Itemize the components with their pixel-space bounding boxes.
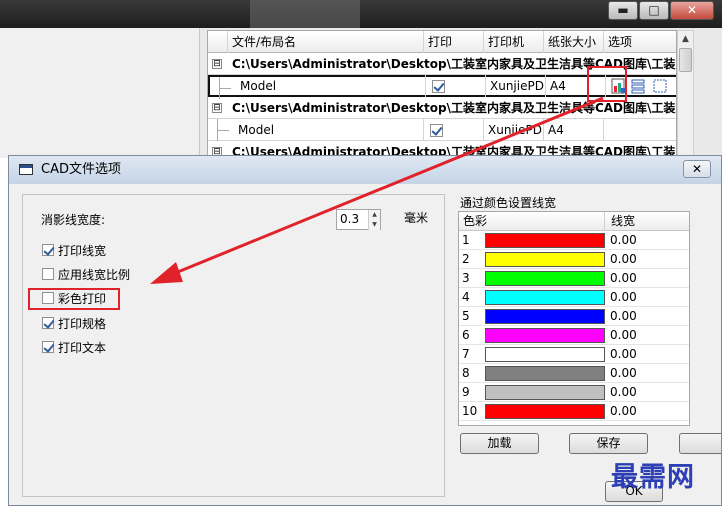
watermark: 最需网 — [611, 462, 695, 493]
annotation-arrow — [150, 96, 604, 284]
